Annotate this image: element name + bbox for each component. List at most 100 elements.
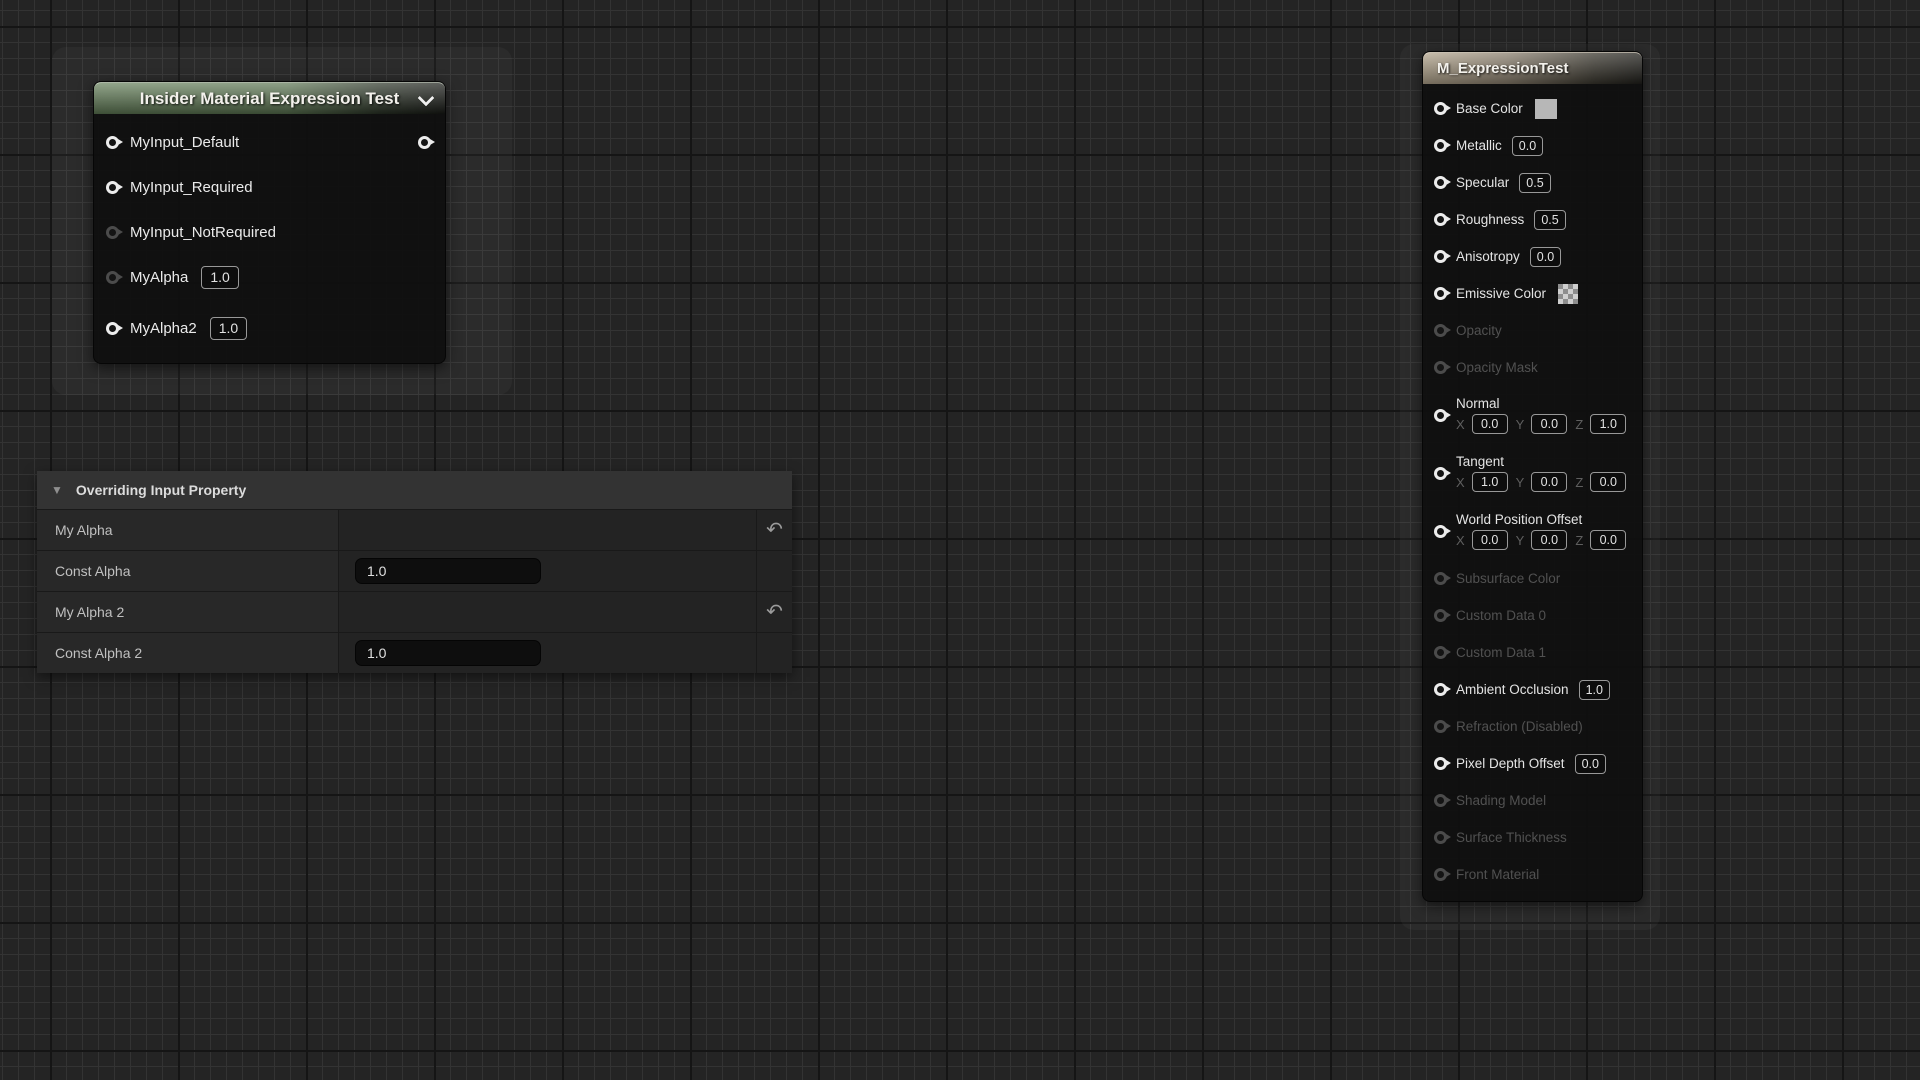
pin-default-value[interactable]: 0.5 [1534, 210, 1565, 230]
expression-input-row: MyInput_NotRequired [94, 210, 445, 255]
input-pin-icon[interactable] [1434, 794, 1447, 807]
pin-label: Front Material [1456, 867, 1539, 882]
pin-label: MyInput_Default [130, 134, 239, 151]
pin-label: Roughness [1456, 212, 1524, 227]
property-row: My Alpha ↶ [37, 509, 792, 550]
expression-node-header[interactable]: Insider Material Expression Test [94, 82, 445, 114]
pin-default-value[interactable]: 1.0 [1590, 414, 1626, 434]
expression-node-body: MyInput_Default MyInput_Required MyInput… [94, 114, 445, 363]
pin-label: Pixel Depth Offset [1456, 756, 1565, 771]
input-pin-icon[interactable] [1434, 176, 1447, 189]
axis-label: X [1456, 417, 1465, 432]
input-pin-icon[interactable] [1434, 831, 1447, 844]
property-row: My Alpha 2 ↶ [37, 591, 792, 632]
material-input-row: Emissive Color [1423, 275, 1642, 312]
material-input-row: Refraction (Disabled) [1423, 708, 1642, 745]
pin-default-value[interactable]: 0.0 [1531, 472, 1567, 492]
triangle-down-icon[interactable]: ▼ [51, 483, 63, 497]
material-input-row-vector: Normal X0.0Y0.0Z1.0 [1423, 386, 1642, 444]
pin-label: Custom Data 1 [1456, 645, 1546, 660]
material-input-row: Opacity [1423, 312, 1642, 349]
pin-default-value[interactable]: 0.0 [1590, 472, 1626, 492]
pin-default-value[interactable]: 1.0 [1472, 472, 1508, 492]
color-swatch[interactable] [1534, 98, 1558, 120]
pin-label: Shading Model [1456, 793, 1546, 808]
pin-default-value[interactable]: 0.0 [1590, 530, 1626, 550]
material-graph-canvas[interactable]: Insider Material Expression Test MyInput… [0, 0, 1920, 1080]
input-pin-icon[interactable] [1434, 139, 1447, 152]
reset-to-default-icon[interactable]: ↶ [766, 602, 783, 622]
pin-default-value[interactable]: 0.5 [1519, 173, 1550, 193]
pin-default-value[interactable]: 0.0 [1575, 754, 1606, 774]
result-node-body: Base Color Metallic 0.0 Specular 0.5 Rou… [1423, 84, 1642, 901]
pin-label: Normal [1456, 396, 1626, 411]
input-pin-icon[interactable] [1434, 683, 1447, 696]
pin-default-value[interactable]: 0.0 [1531, 530, 1567, 550]
input-pin-icon[interactable] [106, 322, 119, 335]
input-pin-icon[interactable] [1434, 324, 1447, 337]
input-pin-icon[interactable] [106, 226, 119, 239]
pin-default-value[interactable]: 1.0 [1579, 680, 1610, 700]
pin-label: Subsurface Color [1456, 571, 1560, 586]
material-input-row: Surface Thickness [1423, 819, 1642, 856]
property-value-text: 1.0 [356, 645, 386, 661]
property-label: My Alpha [55, 522, 113, 538]
pin-label: Metallic [1456, 138, 1502, 153]
material-input-row: Base Color [1423, 90, 1642, 127]
pin-default-value[interactable]: 0.0 [1472, 414, 1508, 434]
pin-label: Opacity Mask [1456, 360, 1538, 375]
input-pin-icon[interactable] [1434, 646, 1447, 659]
input-pin-icon[interactable] [106, 181, 119, 194]
pin-label: MyInput_NotRequired [130, 224, 276, 241]
input-pin-icon[interactable] [1434, 250, 1447, 263]
expression-input-row: MyAlpha 1.0 [94, 255, 445, 300]
input-pin-icon[interactable] [1434, 868, 1447, 881]
expression-node-title: Insider Material Expression Test [140, 89, 400, 109]
property-label: Const Alpha 2 [55, 645, 142, 661]
material-result-node[interactable]: M_ExpressionTest Base Color Metallic 0.0… [1422, 51, 1643, 902]
input-pin-icon[interactable] [106, 271, 119, 284]
property-row: Const Alpha 1.0 [37, 550, 792, 591]
input-pin-icon[interactable] [1434, 102, 1447, 115]
input-pin-icon[interactable] [1434, 409, 1447, 422]
pin-label: Surface Thickness [1456, 830, 1567, 845]
chevron-down-icon[interactable] [418, 90, 435, 107]
pin-label: Refraction (Disabled) [1456, 719, 1583, 734]
pin-label: Emissive Color [1456, 286, 1546, 301]
input-pin-icon[interactable] [1434, 213, 1447, 226]
material-input-row: Subsurface Color [1423, 560, 1642, 597]
input-pin-icon[interactable] [1434, 609, 1447, 622]
pin-default-value[interactable]: 0.0 [1512, 136, 1543, 156]
input-pin-icon[interactable] [1434, 287, 1447, 300]
input-pin-icon[interactable] [1434, 525, 1447, 538]
pin-default-value[interactable]: 0.0 [1472, 530, 1508, 550]
category-header[interactable]: ▼ Overriding Input Property [37, 471, 792, 509]
pin-label: Specular [1456, 175, 1509, 190]
material-input-row: Specular 0.5 [1423, 164, 1642, 201]
reset-to-default-icon[interactable]: ↶ [766, 520, 783, 540]
property-value-input[interactable]: 1.0 [355, 558, 541, 584]
pin-label: Ambient Occlusion [1456, 682, 1569, 697]
pin-label: Tangent [1456, 454, 1626, 469]
input-pin-icon[interactable] [1434, 572, 1447, 585]
input-pin-icon[interactable] [1434, 361, 1447, 374]
property-row: Const Alpha 2 1.0 [37, 632, 792, 673]
property-value-input[interactable]: 1.0 [355, 640, 541, 666]
checker-color-swatch[interactable] [1557, 283, 1579, 305]
pin-default-value[interactable]: 0.0 [1531, 414, 1567, 434]
input-pin-icon[interactable] [106, 136, 119, 149]
pin-default-value[interactable]: 1.0 [201, 266, 238, 289]
expression-input-row: MyInput_Default [94, 120, 445, 165]
material-input-row: Pixel Depth Offset 0.0 [1423, 745, 1642, 782]
pin-default-value[interactable]: 1.0 [210, 317, 247, 340]
material-expression-node[interactable]: Insider Material Expression Test MyInput… [93, 81, 446, 364]
input-pin-icon[interactable] [1434, 757, 1447, 770]
result-node-header[interactable]: M_ExpressionTest [1423, 52, 1642, 84]
pin-label: Base Color [1456, 101, 1523, 116]
pin-default-value[interactable]: 0.0 [1530, 247, 1561, 267]
material-input-row: Ambient Occlusion 1.0 [1423, 671, 1642, 708]
axis-label: Y [1516, 475, 1525, 490]
output-pin-icon[interactable] [418, 136, 431, 149]
input-pin-icon[interactable] [1434, 467, 1447, 480]
input-pin-icon[interactable] [1434, 720, 1447, 733]
